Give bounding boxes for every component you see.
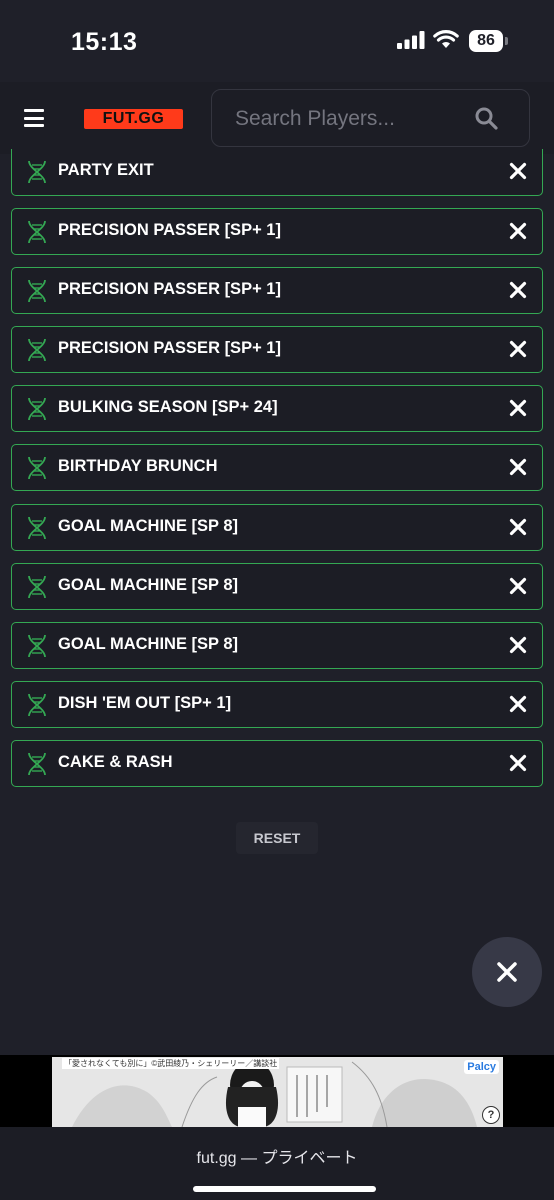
search-placeholder: Search Players...	[235, 107, 395, 130]
wifi-icon	[433, 30, 459, 48]
remove-icon[interactable]	[509, 222, 527, 240]
dna-icon	[28, 456, 46, 480]
filter-item[interactable]: GOAL MACHINE [SP 8]	[11, 622, 543, 669]
dna-icon	[28, 220, 46, 244]
remove-icon[interactable]	[509, 281, 527, 299]
filter-item[interactable]: PARTY EXIT	[11, 149, 543, 196]
browser-url[interactable]: fut.gg — プライベート	[0, 1144, 554, 1168]
dna-icon	[28, 160, 46, 184]
ad-banner[interactable]: 「愛されなくても別に」©武田綾乃・シェリーリー／講談社 Palcy ?	[52, 1057, 503, 1127]
signal-icon	[397, 31, 425, 49]
dna-icon	[28, 752, 46, 776]
remove-icon[interactable]	[509, 399, 527, 417]
reset-button[interactable]: RESET	[236, 822, 318, 854]
filter-item[interactable]: PRECISION PASSER [SP+ 1]	[11, 208, 543, 255]
filter-item[interactable]: BULKING SEASON [SP+ 24]	[11, 385, 543, 432]
filter-item[interactable]: GOAL MACHINE [SP 8]	[11, 504, 543, 551]
site-logo[interactable]: FUT.GG	[84, 109, 183, 129]
dna-icon	[28, 338, 46, 362]
filter-item[interactable]: DISH 'EM OUT [SP+ 1]	[11, 681, 543, 728]
dna-icon	[28, 693, 46, 717]
battery-indicator: 86	[469, 30, 503, 52]
remove-icon[interactable]	[509, 577, 527, 595]
dna-icon	[28, 575, 46, 599]
remove-icon[interactable]	[509, 518, 527, 536]
remove-icon[interactable]	[509, 695, 527, 713]
search-input[interactable]: Search Players...	[211, 89, 530, 147]
clock: 15:13	[71, 28, 138, 56]
search-icon[interactable]	[474, 106, 498, 130]
filter-item-label: BIRTHDAY BRUNCH	[58, 457, 218, 475]
filter-item[interactable]: PRECISION PASSER [SP+ 1]	[11, 267, 543, 314]
status-bar: 15:13 86	[0, 0, 554, 82]
home-indicator[interactable]	[193, 1186, 376, 1192]
dna-icon	[28, 634, 46, 658]
ad-help-icon[interactable]: ?	[482, 1106, 500, 1124]
dna-icon	[28, 397, 46, 421]
battery-tip	[505, 37, 508, 45]
filter-item-label: PRECISION PASSER [SP+ 1]	[58, 280, 281, 298]
filter-item[interactable]: BIRTHDAY BRUNCH	[11, 444, 543, 491]
filter-item-label: PRECISION PASSER [SP+ 1]	[58, 339, 281, 357]
dna-icon	[28, 516, 46, 540]
menu-icon[interactable]	[24, 109, 44, 127]
filter-item-label: GOAL MACHINE [SP 8]	[58, 517, 238, 535]
remove-icon[interactable]	[509, 636, 527, 654]
filter-item-label: GOAL MACHINE [SP 8]	[58, 576, 238, 594]
remove-icon[interactable]	[509, 754, 527, 772]
filter-item[interactable]: GOAL MACHINE [SP 8]	[11, 563, 543, 610]
filter-item[interactable]: CAKE & RASH	[11, 740, 543, 787]
filter-item-label: PARTY EXIT	[58, 161, 154, 179]
filter-item[interactable]: PRECISION PASSER [SP+ 1]	[11, 326, 543, 373]
ad-caption: 「愛されなくても別に」©武田綾乃・シェリーリー／講談社	[62, 1058, 280, 1069]
remove-icon[interactable]	[509, 162, 527, 180]
dna-icon	[28, 279, 46, 303]
filter-item-label: GOAL MACHINE [SP 8]	[58, 635, 238, 653]
filter-item-label: PRECISION PASSER [SP+ 1]	[58, 221, 281, 239]
remove-icon[interactable]	[509, 458, 527, 476]
filter-item-label: DISH 'EM OUT [SP+ 1]	[58, 694, 232, 712]
ad-brand-badge: Palcy	[464, 1060, 499, 1074]
filter-item-label: BULKING SEASON [SP+ 24]	[58, 398, 278, 416]
close-icon	[497, 962, 517, 982]
close-fab-button[interactable]	[472, 937, 542, 1007]
filter-item-label: CAKE & RASH	[58, 753, 173, 771]
remove-icon[interactable]	[509, 340, 527, 358]
